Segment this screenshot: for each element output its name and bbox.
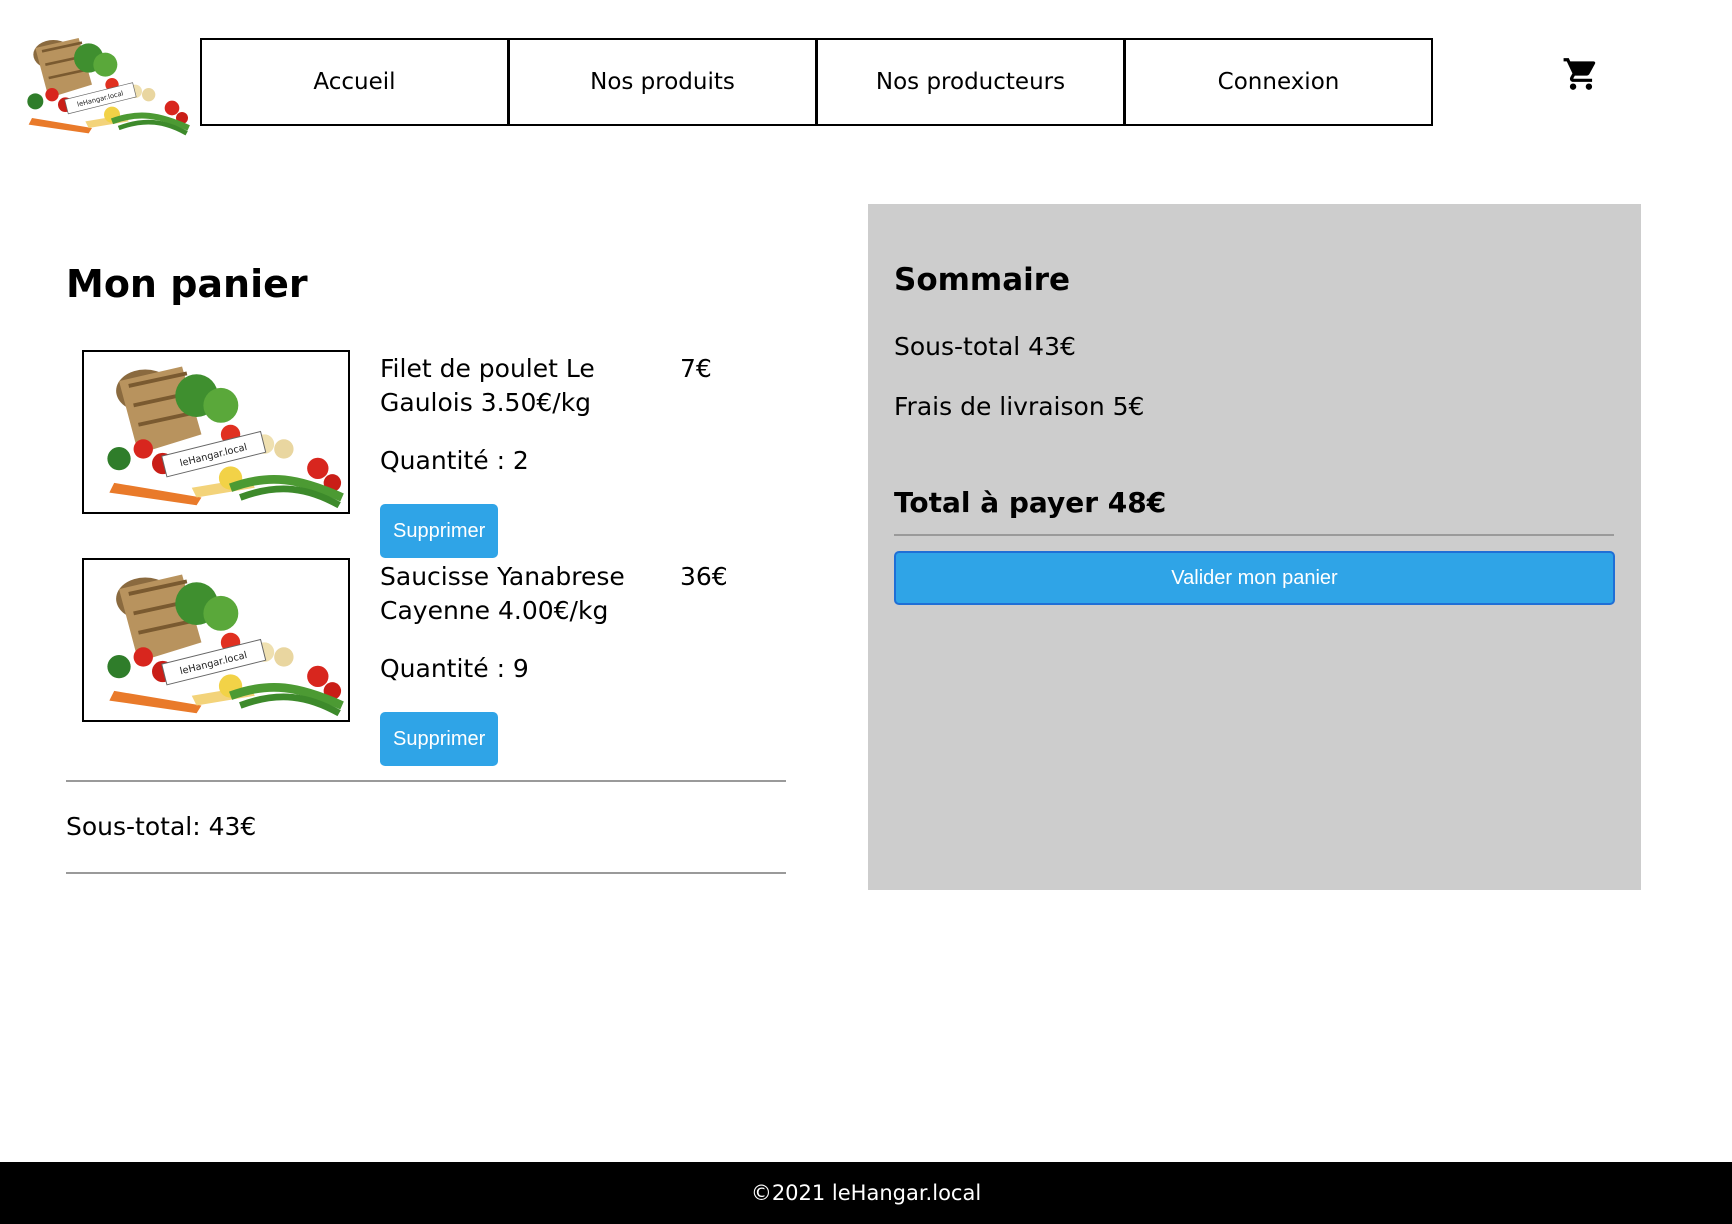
product-image: [82, 350, 350, 514]
product-price: 7€: [680, 354, 712, 383]
product-quantity: Quantité : 9: [380, 654, 529, 683]
nav-nos-produits[interactable]: Nos produits: [508, 38, 817, 126]
main-nav: Accueil Nos produits Nos producteurs Con…: [200, 38, 1433, 126]
footer: ©2021 leHangar.local: [0, 1162, 1732, 1224]
product-quantity: Quantité : 2: [380, 446, 529, 475]
validate-cart-button[interactable]: Valider mon panier: [894, 551, 1615, 605]
product-name: Saucisse Yanabrese Cayenne 4.00€/kg: [380, 562, 625, 625]
shopping-cart-icon[interactable]: [1562, 54, 1600, 94]
product-name: Filet de poulet Le Gaulois 3.50€/kg: [380, 354, 595, 417]
cart-subtotal: Sous-total: 43€: [66, 812, 257, 841]
nav-accueil[interactable]: Accueil: [200, 38, 509, 126]
nav-connexion[interactable]: Connexion: [1124, 38, 1433, 126]
summary-total: Total à payer 48€: [894, 486, 1167, 519]
site-logo[interactable]: [12, 24, 192, 142]
divider: [66, 780, 786, 782]
summary-subtotal: Sous-total 43€: [894, 332, 1076, 361]
product-price: 36€: [680, 562, 728, 591]
summary-title: Sommaire: [894, 262, 1071, 298]
order-summary-panel: Sommaire Sous-total 43€ Frais de livrais…: [868, 204, 1641, 890]
divider: [894, 534, 1614, 536]
nav-nos-producteurs[interactable]: Nos producteurs: [816, 38, 1125, 126]
product-image: [82, 558, 350, 722]
vegetable-basket-logo-icon: [12, 24, 192, 142]
cart-title: Mon panier: [66, 262, 308, 306]
delete-button[interactable]: Supprimer: [380, 504, 499, 558]
divider: [66, 872, 786, 874]
summary-shipping: Frais de livraison 5€: [894, 392, 1145, 421]
delete-button[interactable]: Supprimer: [380, 712, 499, 766]
footer-copyright: ©2021 leHangar.local: [750, 1181, 982, 1205]
